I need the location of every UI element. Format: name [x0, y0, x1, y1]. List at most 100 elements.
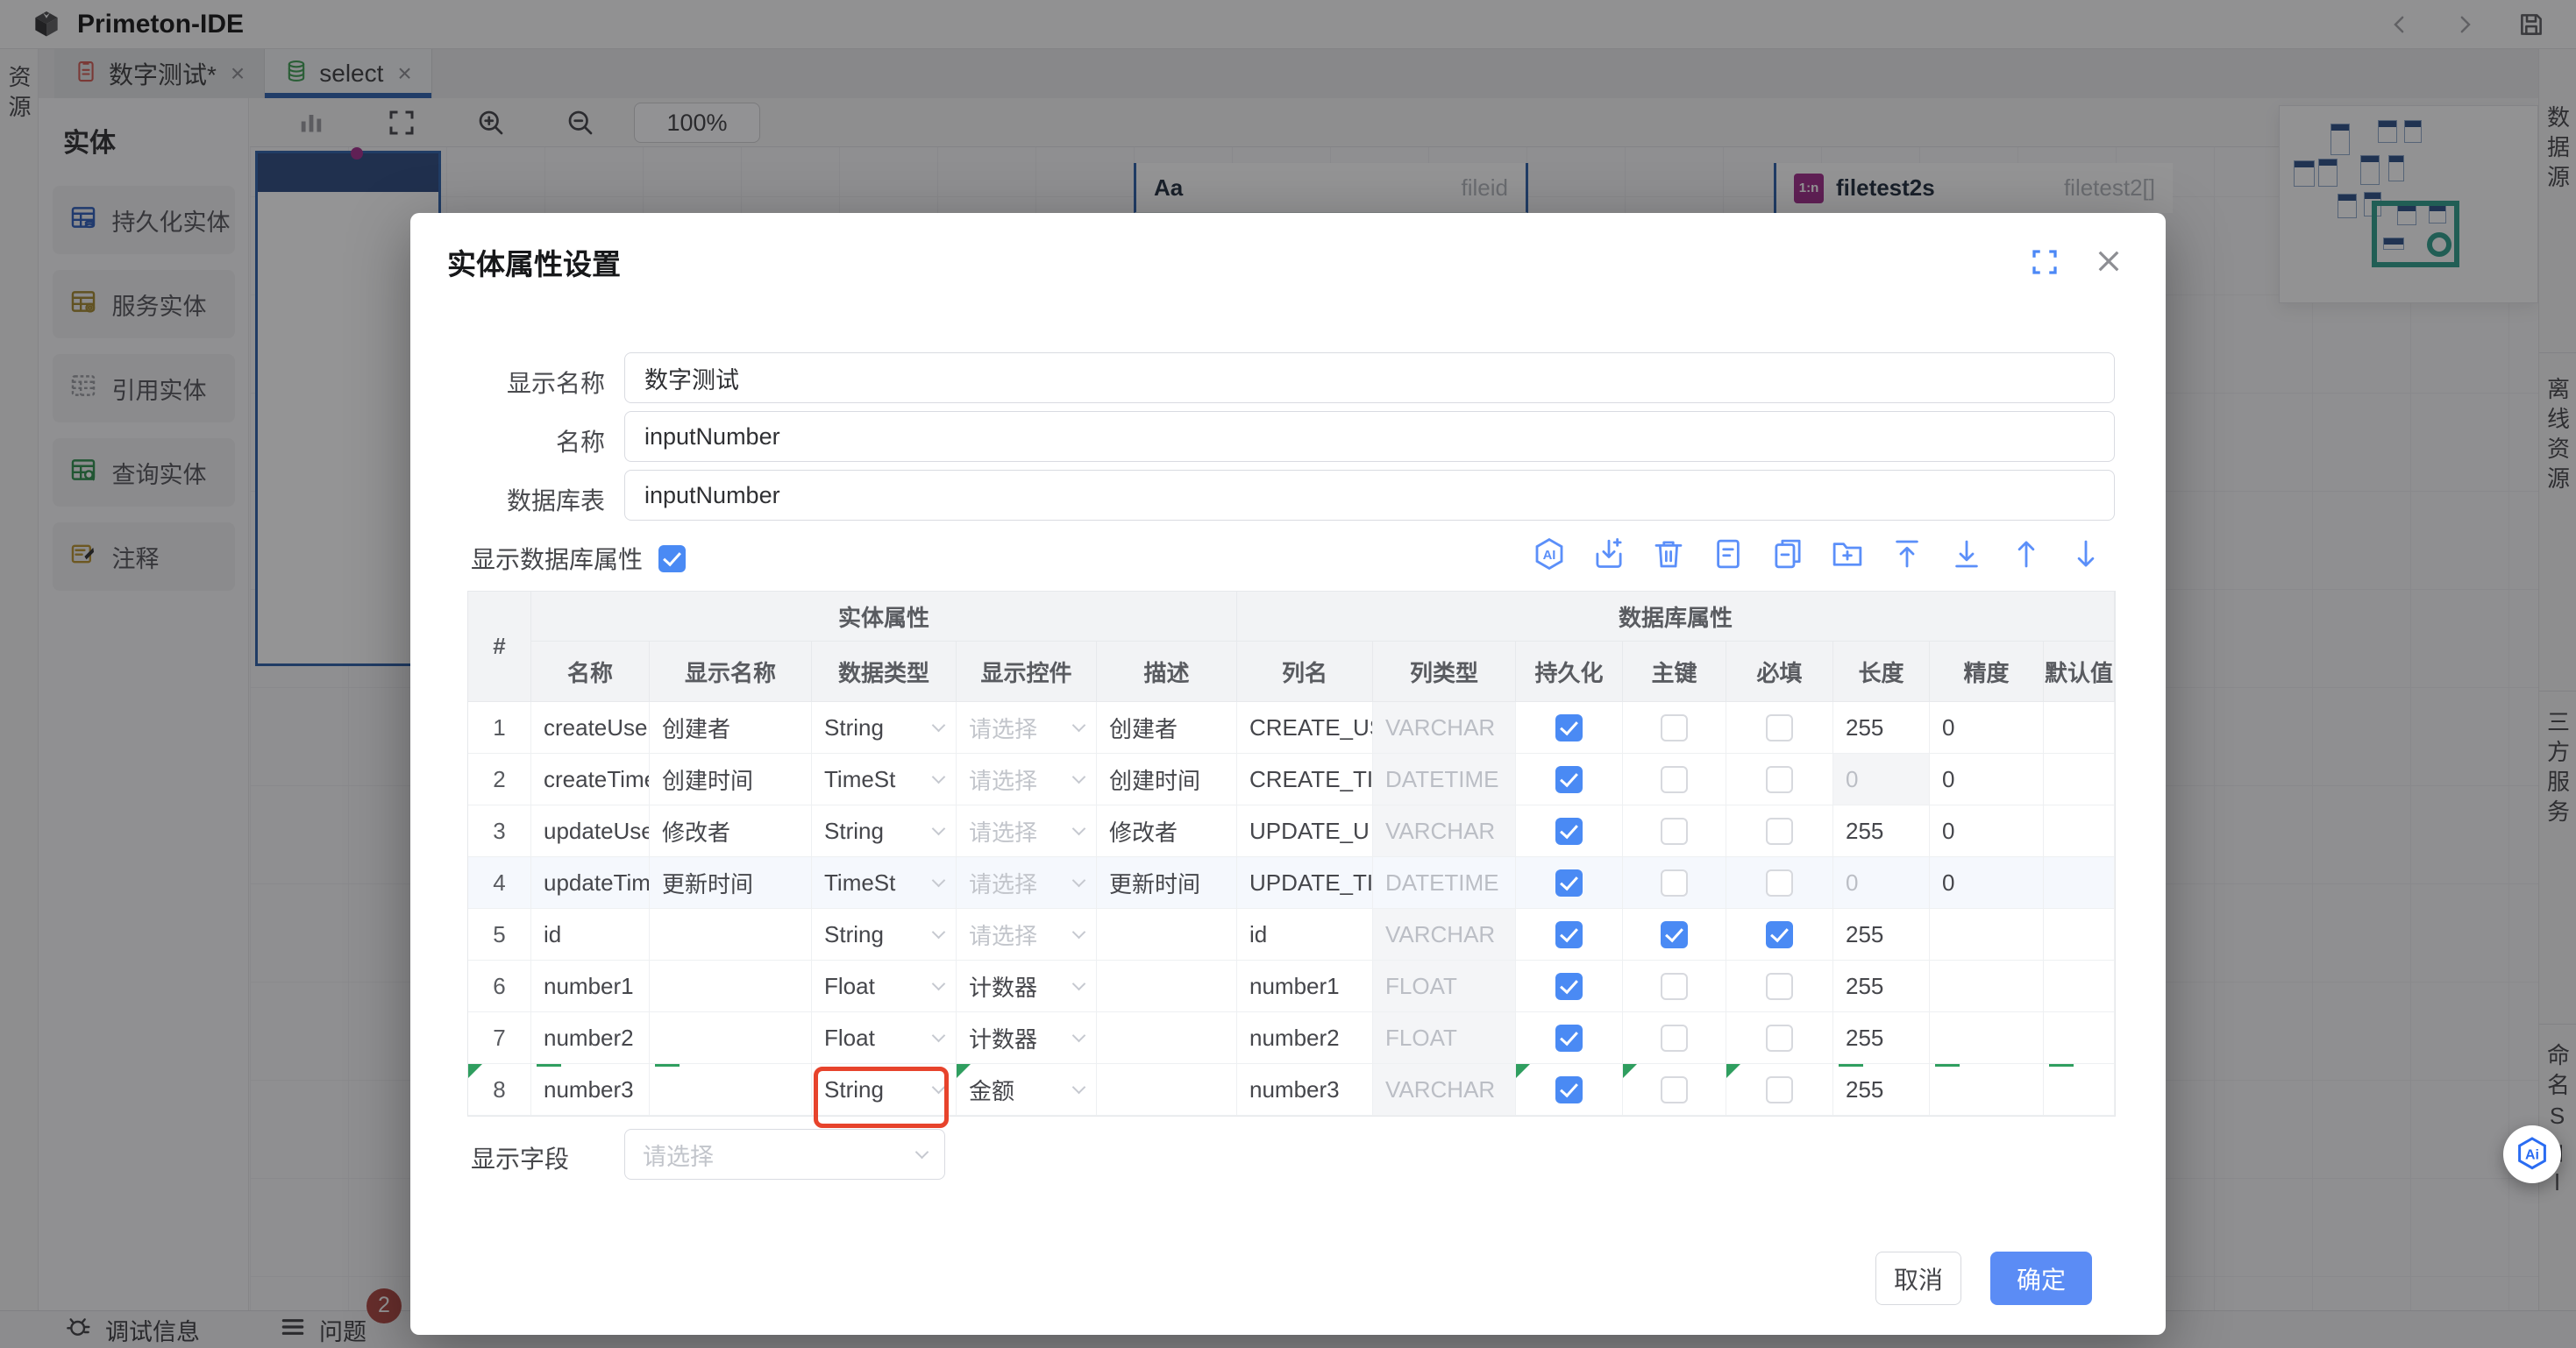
- cell-precision[interactable]: [1930, 961, 2044, 1012]
- cell-description[interactable]: [1097, 909, 1237, 961]
- display-name-input[interactable]: [624, 352, 2115, 403]
- checkbox[interactable]: [1766, 1076, 1793, 1103]
- cell-description[interactable]: 创建时间: [1097, 754, 1237, 805]
- cell-precision[interactable]: 0: [1930, 805, 2044, 857]
- cell-description[interactable]: 创建者: [1097, 702, 1237, 754]
- cell-description[interactable]: [1097, 961, 1237, 1012]
- cell-data-type-select[interactable]: String: [812, 1064, 957, 1116]
- cell-widget-select[interactable]: 金额: [957, 1064, 1097, 1116]
- cell-widget-select[interactable]: 请选择: [957, 909, 1097, 961]
- add-folder-icon[interactable]: [1829, 536, 1866, 572]
- cell-data-type-select[interactable]: String: [812, 702, 957, 754]
- cell-display-name[interactable]: 创建者: [650, 702, 812, 754]
- cell-default[interactable]: [2044, 909, 2115, 961]
- checkbox[interactable]: [1555, 766, 1583, 793]
- cell-precision[interactable]: [1930, 909, 2044, 961]
- cell-widget-select[interactable]: 请选择: [957, 805, 1097, 857]
- ai-icon[interactable]: AI: [1531, 536, 1568, 572]
- checkbox[interactable]: [1661, 921, 1688, 948]
- checkbox[interactable]: [1555, 869, 1583, 897]
- cell-description[interactable]: [1097, 1012, 1237, 1064]
- cell-display-name[interactable]: [650, 961, 812, 1012]
- cell-data-type-select[interactable]: TimeSt: [812, 857, 957, 909]
- cell-name[interactable]: createUser: [531, 702, 650, 754]
- cell-precision[interactable]: 0: [1930, 702, 2044, 754]
- cell-default[interactable]: [2044, 754, 2115, 805]
- delete-icon[interactable]: [1650, 536, 1687, 572]
- db-table-input[interactable]: [624, 470, 2115, 521]
- cell-widget-select[interactable]: 计数器: [957, 961, 1097, 1012]
- checkbox[interactable]: [1766, 1025, 1793, 1052]
- cell-precision[interactable]: 0: [1930, 754, 2044, 805]
- cell-data-type-select[interactable]: Float: [812, 961, 957, 1012]
- cell-widget-select[interactable]: 计数器: [957, 1012, 1097, 1064]
- cell-name[interactable]: createTime: [531, 754, 650, 805]
- cell-description[interactable]: 修改者: [1097, 805, 1237, 857]
- show-db-props-checkbox[interactable]: [658, 545, 686, 572]
- checkbox[interactable]: [1766, 714, 1793, 741]
- name-input[interactable]: [624, 411, 2115, 462]
- cell-display-name[interactable]: [650, 1064, 812, 1116]
- cell-length[interactable]: 255: [1833, 805, 1930, 857]
- checkbox[interactable]: [1766, 869, 1793, 897]
- checkbox[interactable]: [1661, 1025, 1688, 1052]
- cell-column-name[interactable]: UPDATE_TI: [1237, 857, 1373, 909]
- cell-precision[interactable]: [1930, 1064, 2044, 1116]
- checkbox[interactable]: [1766, 766, 1793, 793]
- cell-data-type-select[interactable]: TimeSt: [812, 754, 957, 805]
- import-icon[interactable]: [1590, 536, 1627, 572]
- confirm-button[interactable]: 确定: [1990, 1252, 2092, 1305]
- cell-default[interactable]: [2044, 805, 2115, 857]
- move-down-icon[interactable]: [2067, 536, 2104, 572]
- cell-data-type-select[interactable]: String: [812, 909, 957, 961]
- checkbox[interactable]: [1555, 818, 1583, 845]
- cell-length[interactable]: 255: [1833, 1064, 1930, 1116]
- move-bottom-icon[interactable]: [1948, 536, 1985, 572]
- close-icon[interactable]: [2092, 245, 2125, 282]
- cell-default[interactable]: [2044, 1012, 2115, 1064]
- display-field-select[interactable]: 请选择: [624, 1129, 945, 1180]
- cell-display-name[interactable]: [650, 909, 812, 961]
- cell-data-type-select[interactable]: String: [812, 805, 957, 857]
- checkbox[interactable]: [1555, 714, 1583, 741]
- checkbox[interactable]: [1661, 714, 1688, 741]
- cell-name[interactable]: updateUser: [531, 805, 650, 857]
- cell-display-name[interactable]: 更新时间: [650, 857, 812, 909]
- cell-length[interactable]: 255: [1833, 1012, 1930, 1064]
- cell-default[interactable]: [2044, 1064, 2115, 1116]
- checkbox[interactable]: [1555, 1076, 1583, 1103]
- cell-column-name[interactable]: UPDATE_U: [1237, 805, 1373, 857]
- checkbox[interactable]: [1661, 869, 1688, 897]
- cell-column-name[interactable]: number2: [1237, 1012, 1373, 1064]
- cell-length[interactable]: 255: [1833, 961, 1930, 1012]
- document-icon[interactable]: [1710, 536, 1747, 572]
- cell-column-name[interactable]: CREATE_US: [1237, 702, 1373, 754]
- cell-description[interactable]: [1097, 1064, 1237, 1116]
- cell-precision[interactable]: [1930, 1012, 2044, 1064]
- fullscreen-icon[interactable]: [2029, 246, 2060, 282]
- checkbox[interactable]: [1661, 766, 1688, 793]
- cell-length[interactable]: 255: [1833, 909, 1930, 961]
- copy-icon[interactable]: [1769, 536, 1806, 572]
- checkbox[interactable]: [1766, 818, 1793, 845]
- cell-column-name[interactable]: CREATE_TI: [1237, 754, 1373, 805]
- cell-column-name[interactable]: id: [1237, 909, 1373, 961]
- move-top-icon[interactable]: [1889, 536, 1925, 572]
- checkbox[interactable]: [1766, 921, 1793, 948]
- checkbox[interactable]: [1555, 1025, 1583, 1052]
- cell-description[interactable]: 更新时间: [1097, 857, 1237, 909]
- ai-assistant-button[interactable]: Ai: [2503, 1125, 2561, 1183]
- cell-name[interactable]: number2: [531, 1012, 650, 1064]
- cell-default[interactable]: [2044, 961, 2115, 1012]
- cell-name[interactable]: updateTime: [531, 857, 650, 909]
- cell-precision[interactable]: 0: [1930, 857, 2044, 909]
- cancel-button[interactable]: 取消: [1875, 1252, 1961, 1305]
- checkbox[interactable]: [1661, 973, 1688, 1000]
- checkbox[interactable]: [1661, 818, 1688, 845]
- cell-widget-select[interactable]: 请选择: [957, 754, 1097, 805]
- cell-length[interactable]: 255: [1833, 702, 1930, 754]
- cell-name[interactable]: number1: [531, 961, 650, 1012]
- cell-display-name[interactable]: [650, 1012, 812, 1064]
- cell-name[interactable]: id: [531, 909, 650, 961]
- cell-display-name[interactable]: 修改者: [650, 805, 812, 857]
